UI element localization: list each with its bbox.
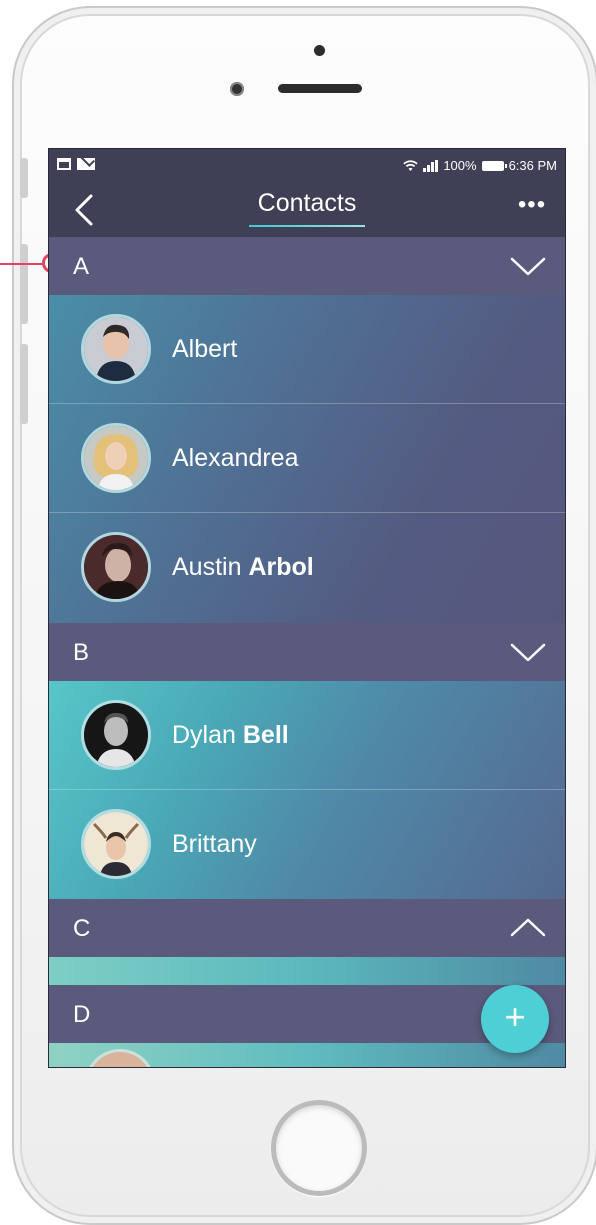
app-screen: 100% 6:36 PM Contacts ••• A Albert Alexa… — [48, 148, 566, 1068]
avatar — [85, 1049, 155, 1067]
list-item[interactable]: Alexandrea — [49, 404, 565, 513]
section-letter: C — [73, 915, 91, 942]
avatar — [81, 314, 151, 384]
battery-icon — [481, 160, 507, 171]
contact-name: Brittany — [172, 830, 257, 858]
volume-up-button — [20, 244, 28, 324]
section-b-list: Dylan Bell Brittany — [49, 681, 565, 899]
list-item[interactable]: Brittany — [49, 790, 565, 899]
section-letter: D — [73, 1001, 91, 1028]
battery-percent: 100% — [443, 158, 477, 173]
wifi-icon — [403, 159, 418, 171]
mail-icon — [77, 158, 95, 170]
avatar — [81, 532, 151, 602]
avatar — [81, 700, 151, 770]
contact-name: Austin Arbol — [172, 553, 314, 581]
nav-bar: Contacts ••• — [49, 181, 565, 237]
add-contact-button[interactable]: + — [481, 985, 549, 1053]
section-d-list — [49, 1043, 565, 1067]
volume-down-button — [20, 344, 28, 424]
calendar-icon — [57, 158, 71, 170]
status-time: 6:36 PM — [508, 158, 557, 173]
list-item[interactable]: Albert — [49, 295, 565, 404]
earpiece-speaker — [278, 84, 362, 93]
chevron-down-icon[interactable] — [509, 637, 547, 667]
section-a-list: Albert Alexandrea Austin Arbol — [49, 295, 565, 623]
section-header-b[interactable]: B — [49, 623, 565, 681]
section-header-a[interactable]: A — [49, 237, 565, 295]
page-title: Contacts — [257, 189, 357, 217]
section-letter: A — [73, 253, 90, 280]
section-c-strip — [49, 957, 565, 985]
avatar — [81, 423, 151, 493]
front-camera — [230, 82, 244, 96]
chevron-down-icon[interactable] — [509, 251, 547, 281]
contact-name: Dylan Bell — [172, 721, 289, 749]
plus-icon: + — [504, 996, 526, 1037]
title-underline — [249, 225, 365, 227]
list-item[interactable]: Dylan Bell — [49, 681, 565, 790]
avatar — [81, 809, 151, 879]
signal-icon — [423, 159, 439, 172]
contact-name: Alexandrea — [172, 444, 299, 472]
annotation-line — [0, 263, 48, 265]
section-header-c[interactable]: C — [49, 899, 565, 957]
section-letter: B — [73, 639, 90, 666]
contact-name: Albert — [172, 335, 238, 363]
sensor-dot — [314, 45, 325, 56]
status-bar: 100% 6:36 PM — [49, 149, 565, 181]
mute-switch — [20, 158, 28, 198]
list-item[interactable]: Austin Arbol — [49, 513, 565, 622]
chevron-up-icon[interactable] — [509, 913, 547, 943]
more-horizontal-icon[interactable]: ••• — [515, 193, 549, 219]
home-button[interactable] — [271, 1100, 367, 1196]
